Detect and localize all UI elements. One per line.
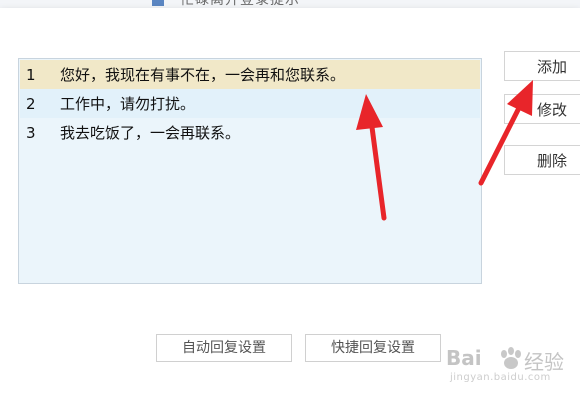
list-item-index: 1: [26, 65, 36, 84]
list-item-text: 我去吃饭了，一会再联系。: [60, 124, 241, 142]
list-item-index: 3: [26, 123, 36, 142]
auto-reply-settings-button[interactable]: 自动回复设置: [156, 334, 292, 362]
baidu-jingyan-watermark: Bai 经验 jingyan.baidu.com: [446, 342, 576, 392]
add-button[interactable]: 添加: [504, 51, 580, 81]
edit-button[interactable]: 修改: [504, 94, 580, 124]
paw-icon: [501, 347, 521, 369]
window-title: 忙碌离开登录提示: [180, 0, 300, 8]
auto-reply-dialog: 1 您好，我现在有事不在，一会再和您联系。 2 工作中，请勿打扰。 3 我去吃饭…: [0, 8, 580, 338]
list-item-index: 2: [26, 94, 36, 113]
list-item-text: 您好，我现在有事不在，一会再和您联系。: [60, 66, 346, 84]
watermark-brand: Bai: [446, 346, 482, 370]
reply-message-list[interactable]: 1 您好，我现在有事不在，一会再和您联系。 2 工作中，请勿打扰。 3 我去吃饭…: [18, 58, 482, 284]
watermark-url: jingyan.baidu.com: [450, 372, 551, 383]
list-item[interactable]: 3 我去吃饭了，一会再联系。: [20, 118, 480, 147]
watermark-suffix: 经验: [524, 350, 564, 374]
list-item-text: 工作中，请勿打扰。: [60, 95, 196, 113]
delete-button[interactable]: 删除: [504, 145, 580, 175]
title-bar: 忙碌离开登录提示: [0, 0, 580, 8]
list-item[interactable]: 2 工作中，请勿打扰。: [20, 89, 480, 118]
app-icon: [152, 0, 164, 6]
list-item[interactable]: 1 您好，我现在有事不在，一会再和您联系。: [20, 60, 480, 89]
quick-reply-settings-button[interactable]: 快捷回复设置: [305, 334, 441, 362]
